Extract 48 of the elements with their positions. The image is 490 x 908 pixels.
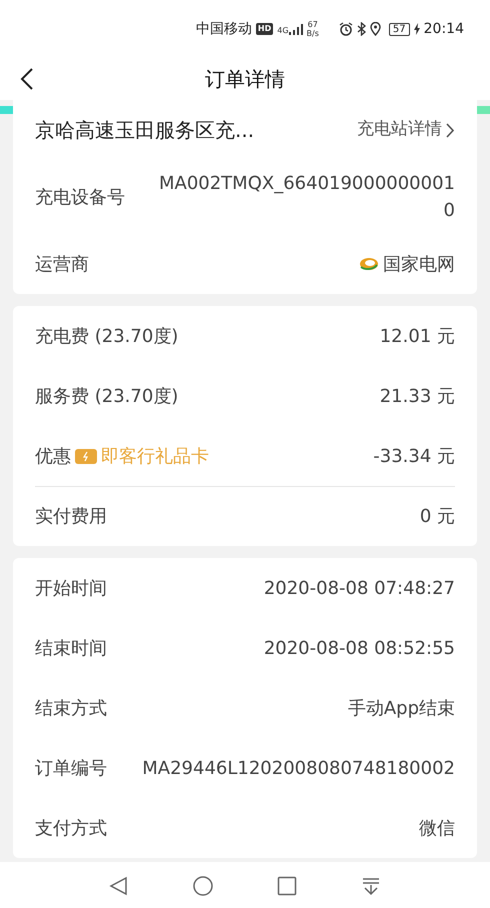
operator-name: 国家电网 [383,252,455,276]
field-label: 开始时间 [35,576,107,600]
field-value: 0 元 [420,505,455,529]
field-value: 2020-08-08 08:52:55 [264,636,455,660]
clock-time: 20:14 [424,20,464,38]
field-label: 服务费 (23.70度) [35,384,178,408]
station-name: 京哈高速玉田服务区充... [35,117,254,144]
speed-value: 67 [306,20,319,29]
home-icon [193,876,213,896]
field-value: MA002TMQX_6640190000000010 [158,172,455,223]
signal-icon [288,24,303,34]
operator-logo-icon [359,256,379,272]
field-label: 订单编号 [35,756,107,780]
battery-level: 57 [388,22,410,36]
alarm-icon [338,22,353,36]
field-label: 优惠 [35,444,71,468]
speed-unit: B/s [306,29,319,38]
field-label: 充电设备号 [35,186,125,210]
field-label: 充电费 (23.70度) [35,324,178,348]
field-value: 手动App结束 [348,696,455,720]
field-value: -33.34 元 [373,444,455,468]
charging-icon [414,23,420,35]
hd-badge: HD [256,23,274,35]
back-icon [109,876,129,896]
field-label: 实付费用 [35,505,107,529]
gift-card-icon [75,448,97,464]
field-value: 12.01 元 [380,324,455,348]
gift-card-label: 即客行礼品卡 [101,444,209,468]
field-value: 2020-08-08 07:48:27 [264,576,455,600]
field-label: 支付方式 [35,816,107,840]
notification-pull-icon [361,876,381,896]
chevron-right-icon [446,122,455,138]
location-icon [370,22,381,36]
field-value: 21.33 元 [380,384,455,408]
field-label: 结束时间 [35,636,107,660]
edge-accent [477,106,490,114]
back-icon [20,66,34,91]
field-label: 结束方式 [35,696,107,720]
carrier-name: 中国移动 [196,20,252,38]
page-title: 订单详情 [205,66,285,93]
station-details-link[interactable]: 充电站详情 [357,117,455,143]
bluetooth-icon [356,22,366,36]
edge-accent [0,106,13,114]
field-label: 运营商 [35,252,89,276]
recent-apps-icon [277,876,297,896]
field-value: MA29446L1202008080748180002 [142,756,455,780]
network-type: 4G [277,26,289,34]
field-value: 微信 [419,816,455,840]
